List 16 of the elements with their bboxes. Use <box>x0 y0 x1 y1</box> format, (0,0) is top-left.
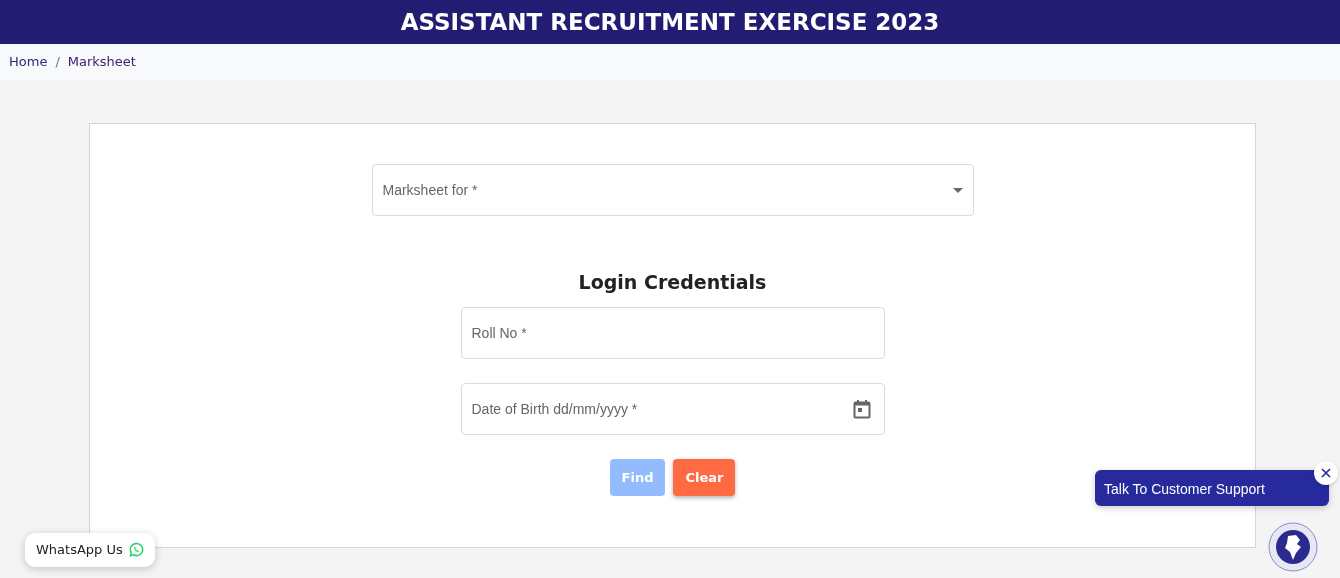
breadcrumb-separator: / <box>55 53 60 72</box>
breadcrumb-link[interactable]: Home <box>9 52 48 72</box>
date-field[interactable]: Date of Birth dd/mm/yyyy * <box>460 382 885 435</box>
whatsapp-icon <box>128 542 144 558</box>
support-chat-banner[interactable]: Talk To Customer Support <box>1095 470 1329 506</box>
emblem-logo[interactable] <box>1268 522 1318 572</box>
calendar-icon <box>852 398 871 419</box>
text-field[interactable]: Roll No * <box>460 306 885 359</box>
whatsapp-button[interactable]: WhatsApp Us <box>25 533 155 567</box>
caret-icon <box>952 187 963 193</box>
select-field[interactable]: Marksheet for * <box>371 164 974 216</box>
close-button[interactable] <box>1314 461 1338 485</box>
page-title: ASSISTANT RECRUITMENT EXERCISE 2023 <box>400 7 940 37</box>
close-icon <box>1320 467 1332 479</box>
breadcrumb-link[interactable]: Marksheet <box>67 52 136 72</box>
section-heading: Login Credentials <box>578 270 767 295</box>
